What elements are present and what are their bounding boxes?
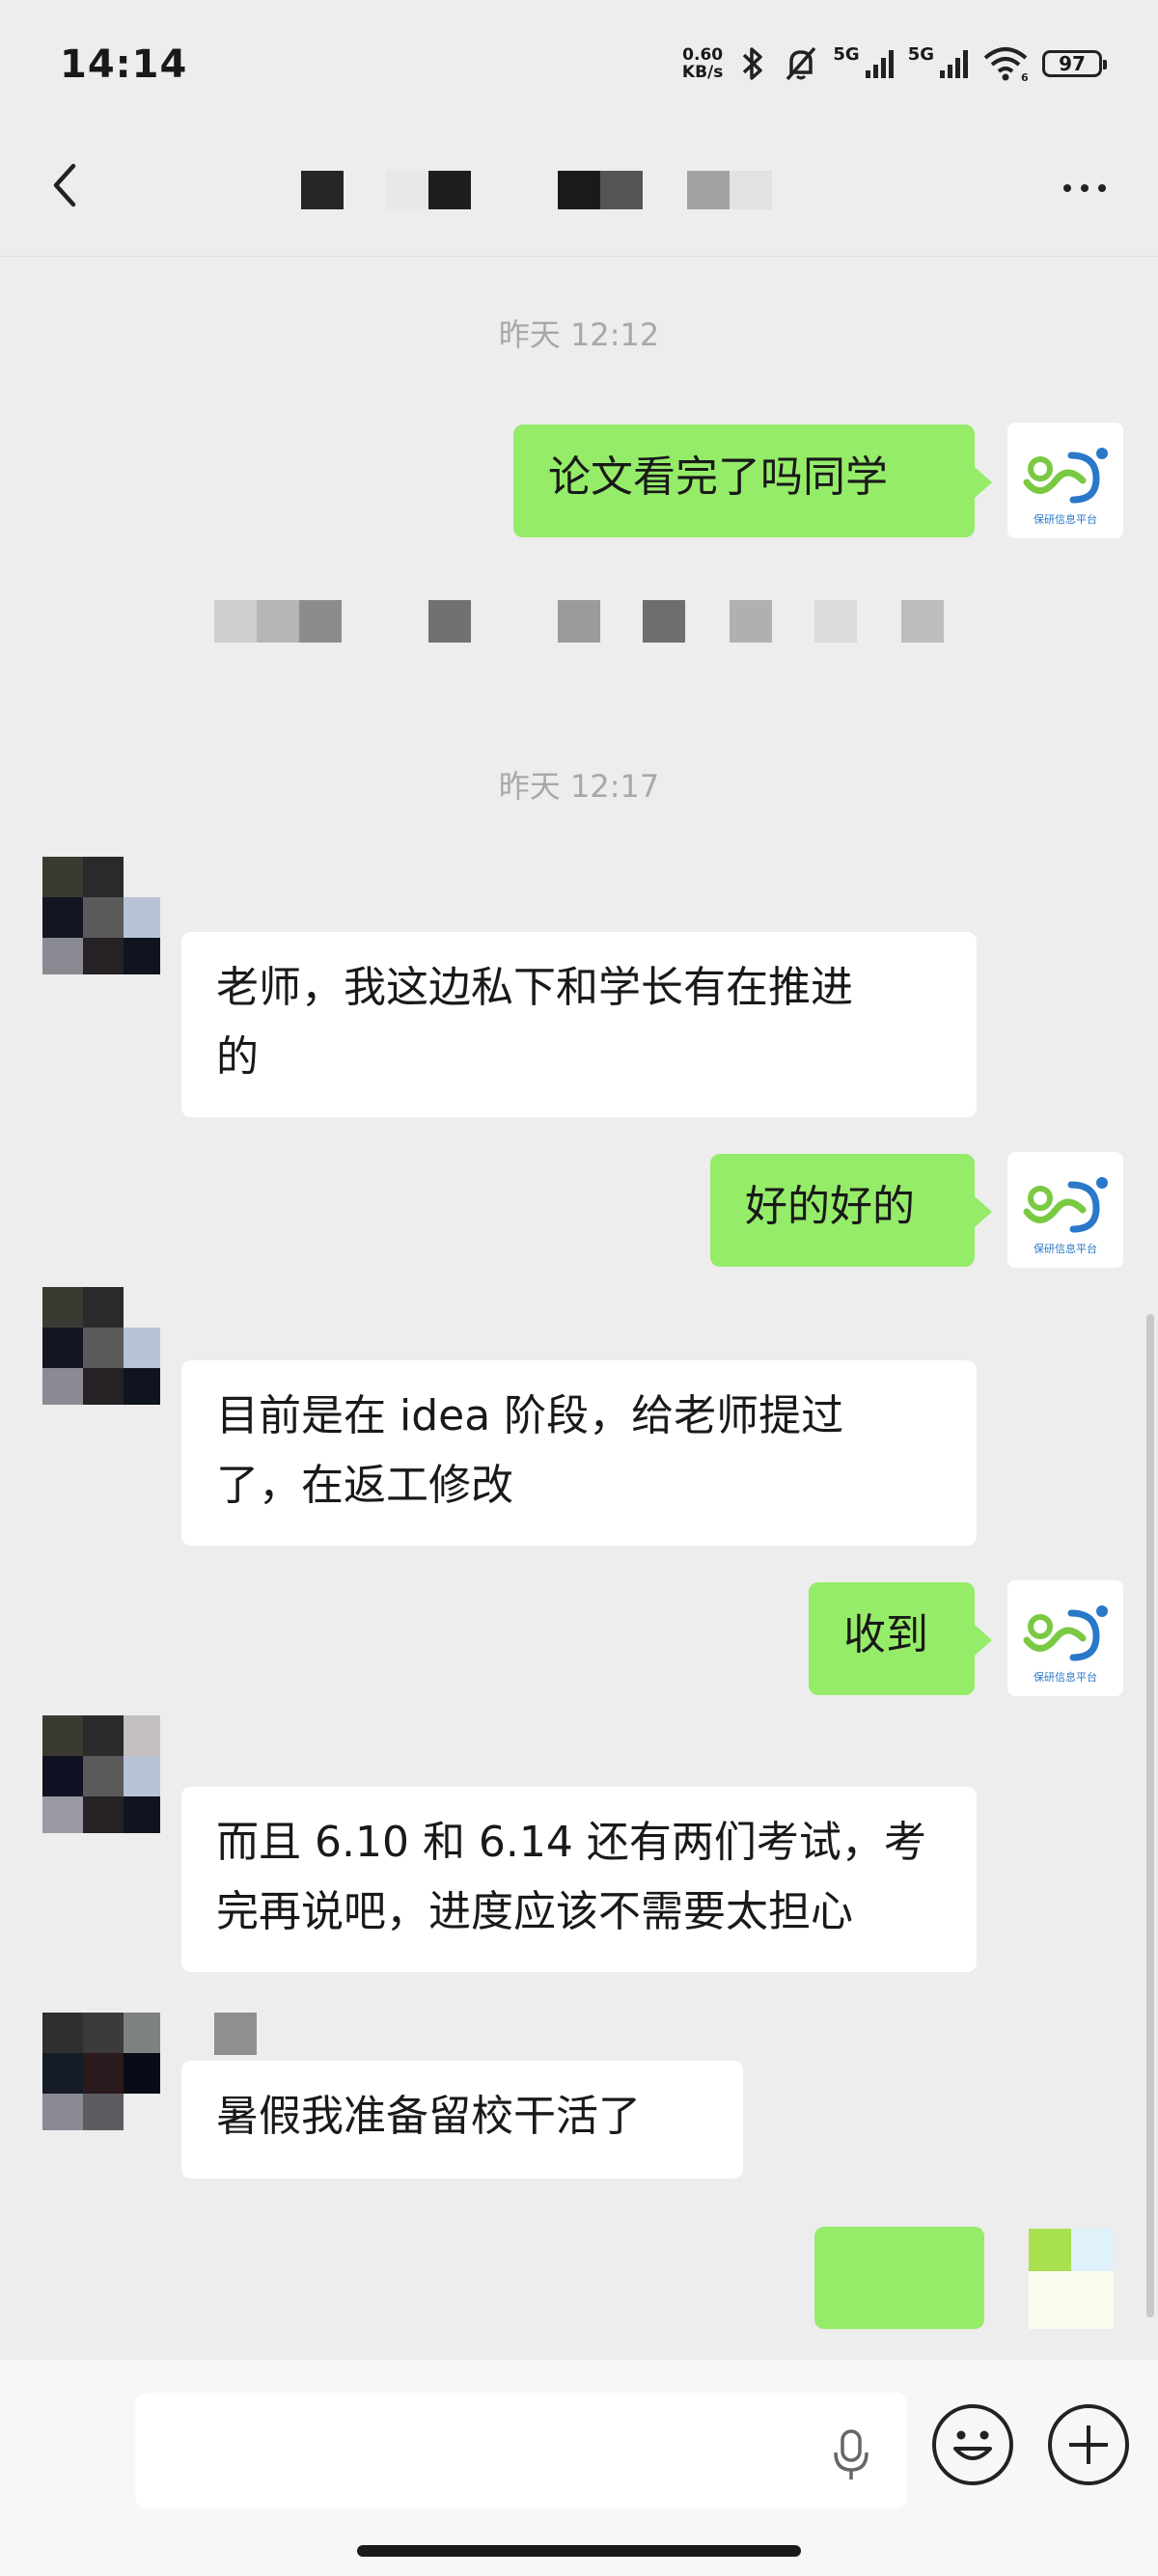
bubble-tail (975, 1625, 992, 1656)
contact-avatar-redacted[interactable] (42, 857, 160, 974)
message-input-bar (0, 2360, 1158, 2576)
message-text: 好的好的 (745, 1182, 915, 1231)
message-text: 收到 (843, 1610, 928, 1659)
platform-logo-avatar[interactable]: 保研信息平台 (1007, 423, 1123, 538)
contact-avatar-redacted[interactable] (42, 1715, 160, 1833)
platform-logo-avatar[interactable]: 保研信息平台 (1007, 1580, 1123, 1696)
received-message-bubble[interactable]: 而且 6.10 和 6.14 还有两们考试，考 完再说吧，进度应该不需要太担心 (181, 1787, 977, 1972)
battery-indicator: 97 (1042, 50, 1107, 77)
bubble-tail (975, 1196, 992, 1227)
home-indicator[interactable] (357, 2545, 801, 2557)
received-message-bubble[interactable]: 暑假我准备留校干活了 (181, 2061, 743, 2179)
message-timestamp: 昨天 12:12 (498, 316, 660, 353)
message-input[interactable] (135, 2393, 907, 2508)
status-icons: 0.60 KB/s 5G 5G 6 97 (682, 42, 1107, 85)
emoji-button[interactable] (932, 2404, 1013, 2485)
wifi-icon: 6 (983, 47, 1029, 82)
message-text-line: 了，在返工修改 (216, 1461, 513, 1510)
message-text-line: 完再说吧，进度应该不需要太担心 (216, 1887, 853, 1936)
status-bar: 14:14 0.60 KB/s 5G 5G 6 97 (0, 0, 1158, 135)
message-text-line: 暑假我准备留校干活了 (216, 2092, 641, 2141)
more-options-button[interactable] (1046, 164, 1123, 212)
status-time: 14:14 (60, 42, 188, 87)
smiley-icon (953, 2430, 992, 2460)
chat-scrollbar[interactable] (1146, 1314, 1154, 2317)
microphone-icon[interactable] (828, 2427, 874, 2483)
contact-avatar-redacted[interactable] (42, 1287, 160, 1405)
sent-message-bubble[interactable]: 论文看完了吗同学 (513, 425, 975, 537)
more-dot (1081, 184, 1089, 192)
bell-muted-icon (786, 46, 816, 81)
add-attachment-button[interactable] (1048, 2404, 1129, 2485)
plus-icon (1069, 2425, 1108, 2464)
sent-message-bubble[interactable] (814, 2227, 984, 2329)
logo-caption: 保研信息平台 (1034, 1670, 1097, 1684)
signal2-label: 5G (907, 44, 934, 65)
platform-logo-avatar[interactable]: 保研信息平台 (1007, 1152, 1123, 1268)
bluetooth-icon (743, 47, 763, 80)
signal1-label: 5G (833, 44, 860, 65)
contact-avatar-redacted[interactable] (42, 2013, 160, 2130)
cellular-signal-icon-2 (940, 50, 968, 78)
wifi-badge: 6 (1021, 71, 1029, 82)
logo-caption: 保研信息平台 (1034, 1242, 1097, 1255)
bubble-tail (975, 467, 992, 498)
sent-message-bubble[interactable]: 好的好的 (710, 1154, 975, 1267)
back-arrow-icon[interactable] (39, 156, 96, 214)
message-timestamp: 昨天 12:17 (498, 768, 660, 805)
message-text-line: 而且 6.10 和 6.14 还有两们考试，考 (216, 1818, 926, 1867)
message-text: 论文看完了吗同学 (548, 452, 888, 502)
chat-header (0, 135, 1158, 257)
message-text-line: 老师，我这边私下和学长有在推进 (216, 963, 853, 1012)
message-text-line: 的 (216, 1032, 259, 1082)
net-speed-value: 0.60 (682, 45, 724, 65)
more-dot (1063, 184, 1071, 192)
received-message-bubble[interactable]: 老师，我这边私下和学长有在推进 的 (181, 932, 977, 1117)
net-speed: 0.60 KB/s (682, 46, 723, 81)
cellular-signal-icon (865, 50, 894, 78)
logo-caption: 保研信息平台 (1034, 512, 1097, 526)
more-dot (1098, 184, 1106, 192)
net-speed-unit: KB/s (681, 63, 724, 82)
sent-message-bubble[interactable]: 收到 (809, 1582, 975, 1695)
sender-name-redacted (214, 2013, 257, 2055)
received-message-bubble[interactable]: 目前是在 idea 阶段，给老师提过 了，在返工修改 (181, 1360, 977, 1546)
message-text-line: 目前是在 idea 阶段，给老师提过 (216, 1391, 844, 1440)
